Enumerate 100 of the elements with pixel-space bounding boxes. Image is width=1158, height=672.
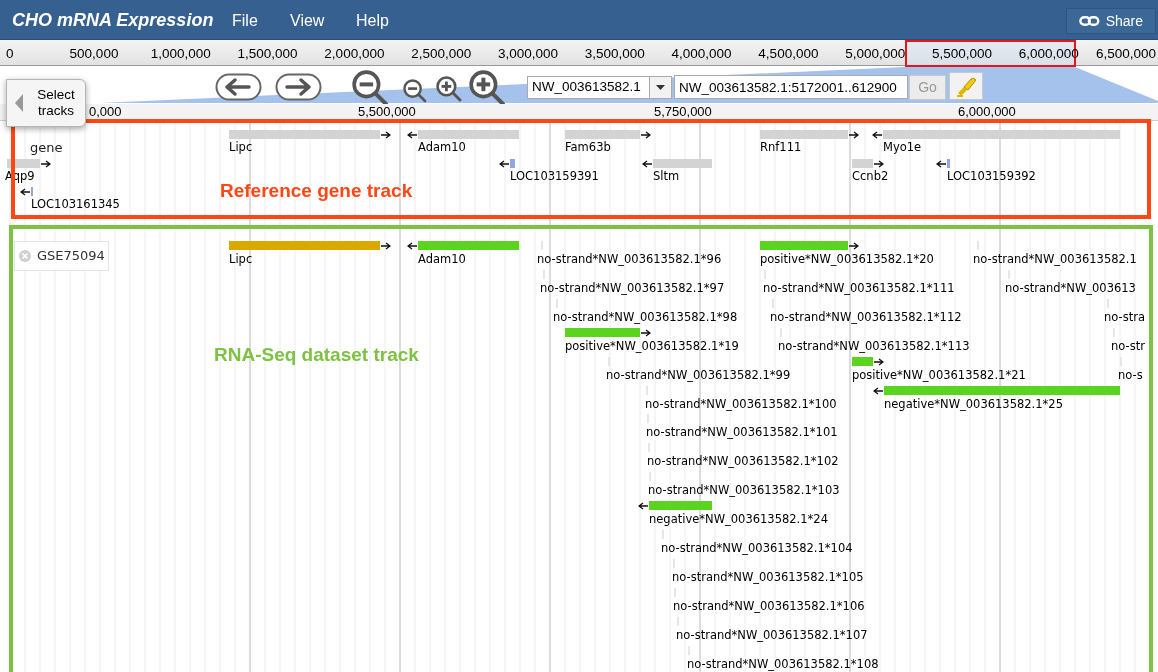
feature-label: LOC103159392 [947, 167, 1036, 185]
feature-label: no-strand*NW_003613582.1*113 [778, 337, 970, 355]
feature-label: Rnf111 [760, 139, 802, 156]
app-title: CHO mRNA Expression [12, 9, 214, 32]
pan-right-button[interactable] [275, 73, 322, 102]
left-arrow-icon [407, 131, 417, 139]
feature-bar[interactable] [510, 158, 515, 168]
feature-label: no-strand*NW_003613582.1*98 [553, 308, 738, 326]
highlight-button[interactable] [949, 72, 983, 100]
right-arrow-icon [874, 357, 884, 366]
feature-label: Myo1e [883, 139, 922, 156]
zoom-out-icon[interactable] [352, 70, 388, 106]
caret-icon [15, 94, 23, 112]
select-tracks-button[interactable]: Select tracks [6, 79, 86, 127]
feature-label: no-strand*NW_003613582.1*102 [647, 453, 839, 471]
ruler-label: 0 [6, 45, 14, 62]
feature-bar[interactable] [7, 158, 40, 168]
feature-label: no-strand*NW_003613582.1*106 [673, 597, 865, 615]
feature-label: no-str [1111, 337, 1145, 355]
right-arrow-icon [641, 328, 651, 337]
feature-label: positive*NW_003613582.1*19 [565, 337, 739, 355]
feature-bar[interactable] [884, 385, 1120, 395]
left-arrow-icon [20, 188, 30, 196]
ruler-label: 5,750,000 [654, 104, 712, 120]
feature-label: Ccnb2 [852, 167, 889, 185]
ruler-label: 2,000,000 [324, 45, 385, 62]
feature-bar[interactable] [565, 327, 640, 337]
feature-label: no-stra [1104, 308, 1145, 326]
menu-item[interactable]: View [290, 1, 325, 41]
feature-label: no-strand*NW_003613582.1*108 [687, 655, 879, 672]
left-arrow-icon [873, 386, 883, 395]
right-arrow-icon [641, 131, 651, 139]
ruler-label: 4,000,000 [671, 45, 732, 62]
right-arrow-icon [381, 242, 391, 250]
ruler-label: 3,500,000 [584, 45, 645, 62]
feature-bar[interactable] [649, 501, 712, 511]
feature-label: Lipc [229, 251, 253, 268]
feature-label: Lipc [229, 139, 253, 156]
feature-label: no-strand*NW_003613582.1*112 [770, 308, 962, 326]
left-arrow-icon [499, 159, 509, 168]
reference-select[interactable]: NW_003613582.1 [527, 76, 672, 99]
feature-label: no-strand*NW_003613582.1*105 [672, 568, 864, 586]
track-label: gene [30, 139, 63, 157]
feature-label: no-strand*NW_003613582.1*97 [540, 279, 725, 297]
feature-label: no-strand*NW_003613582.1*96 [537, 251, 722, 268]
right-arrow-icon [874, 159, 884, 168]
feature-label: no-strand*NW_003613582.1*111 [763, 279, 955, 297]
feature-label: no-strand*NW_003613 [1005, 279, 1136, 297]
track-label: GSE75094 [14, 241, 109, 271]
annotation-label: RNA-Seq dataset track [214, 343, 419, 367]
left-arrow-icon [638, 502, 648, 511]
feature-label: no-s [1118, 366, 1143, 384]
feature-label: no-strand*NW_003613582.1*103 [648, 482, 840, 500]
ruler-label: 4,500,000 [758, 45, 819, 62]
feature-label: Adam10 [418, 139, 466, 156]
link-icon [1079, 15, 1100, 27]
left-arrow-icon [872, 131, 882, 139]
right-arrow-icon [41, 159, 51, 168]
right-arrow-icon [849, 242, 859, 250]
menu-item[interactable]: File [232, 1, 258, 41]
dropdown-arrow-icon [656, 85, 665, 90]
pan-left-button[interactable] [215, 73, 262, 102]
share-button[interactable]: Share [1066, 8, 1156, 34]
annotation-label: Reference gene track [220, 179, 413, 203]
highlighter-icon [955, 75, 977, 97]
close-icon[interactable] [19, 250, 31, 262]
feature-label: LOC103161345 [31, 196, 120, 213]
ruler-label: 500,000 [69, 45, 119, 62]
ruler-label: 6,000,000 [958, 104, 1016, 120]
feature-bar[interactable] [852, 158, 873, 168]
feature-label: no-strand*NW_003613582.1*99 [606, 366, 791, 384]
left-arrow-icon [407, 242, 417, 250]
ruler-label: 5,500,000 [358, 104, 416, 120]
ruler-label: 5,500,000 [931, 45, 993, 62]
feature-label: Fam63b [565, 139, 611, 156]
ruler-label: 0,000 [89, 104, 122, 120]
feature-label: no-strand*NW_003613582.1*100 [645, 395, 837, 413]
left-arrow-icon [936, 159, 946, 168]
ruler-label: 1,000,000 [150, 45, 211, 62]
ruler-label: 5,000,000 [845, 45, 906, 62]
feature-label: no-strand*NW_003613582.1*101 [646, 424, 838, 442]
feature-label: LOC103159391 [510, 167, 599, 185]
feature-label: no-strand*NW_003613582.1 [973, 251, 1137, 268]
zoom-out-icon[interactable] [403, 79, 427, 103]
feature-label: positive*NW_003613582.1*20 [760, 251, 934, 268]
feature-bar[interactable] [653, 158, 712, 168]
feature-label: no-strand*NW_003613582.1*107 [676, 626, 868, 644]
feature-label: no-strand*NW_003613582.1*104 [661, 540, 853, 557]
ruler-label: 2,500,000 [411, 45, 472, 62]
feature-label: positive*NW_003613582.1*21 [852, 366, 1026, 384]
location-field[interactable]: NW_003613582.1:5172001..612900 [674, 75, 908, 99]
ruler-label: 3,000,000 [497, 45, 559, 62]
feature-label: negative*NW_003613582.1*24 [649, 511, 828, 529]
feature-bar[interactable] [947, 158, 950, 168]
ruler-label: 1,500,000 [237, 45, 298, 62]
menu-item[interactable]: Help [356, 1, 389, 41]
feature-bar[interactable] [852, 356, 873, 366]
zoom-in-icon[interactable] [436, 76, 462, 102]
ruler-label: 6,500,000 [1095, 45, 1156, 62]
right-arrow-icon [849, 131, 859, 139]
